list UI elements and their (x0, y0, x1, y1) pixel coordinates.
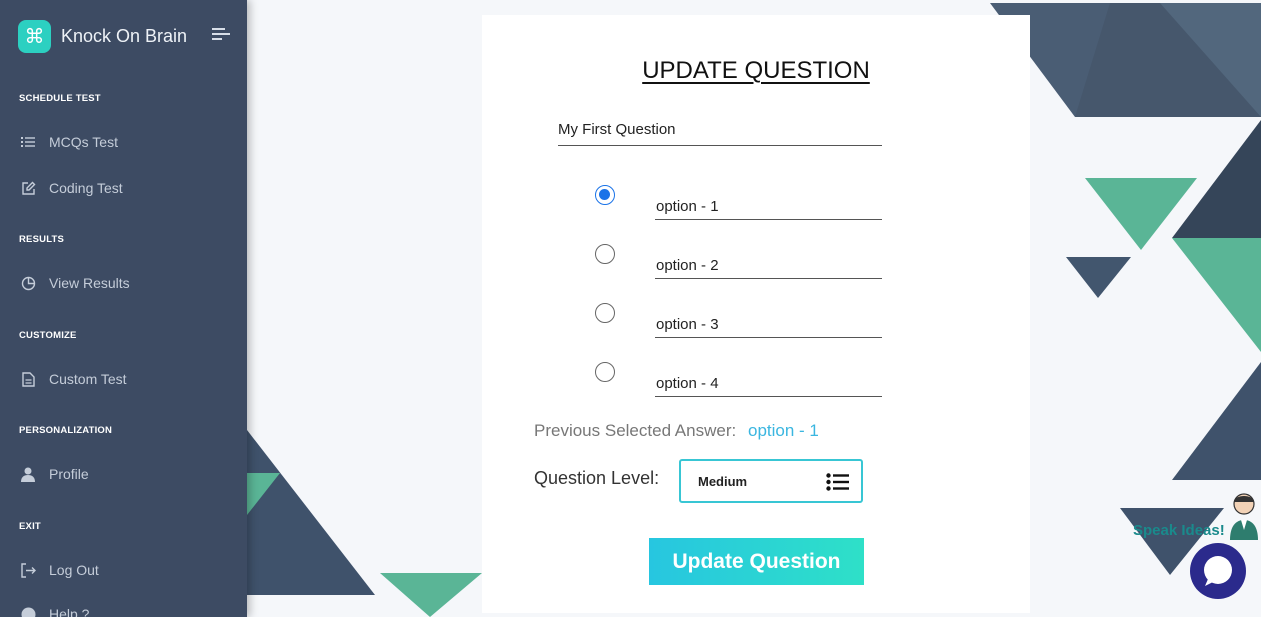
chat-label[interactable]: Speak Ideas! (1133, 522, 1225, 539)
sidebar: ⌘ Knock On Brain SCHEDULE TEST MCQs Test… (0, 0, 247, 617)
section-results: RESULTS (19, 234, 65, 245)
chat-button[interactable] (1190, 543, 1246, 599)
edit-icon (20, 180, 36, 196)
update-question-card: UPDATE QUESTION My First Question option… (482, 15, 1030, 613)
pie-chart-icon (20, 275, 36, 291)
brand-name: Knock On Brain (61, 25, 188, 46)
sidebar-item-label: MCQs Test (49, 134, 118, 150)
sidebar-item-view-results[interactable]: View Results (20, 275, 130, 291)
sidebar-item-coding-test[interactable]: Coding Test (20, 180, 123, 196)
menu-toggle-icon[interactable] (212, 28, 230, 42)
option-3-text: option - 3 (656, 316, 719, 333)
sidebar-item-log-out[interactable]: Log Out (20, 562, 99, 578)
option-3-input[interactable]: option - 3 (655, 311, 882, 338)
section-schedule-test: SCHEDULE TEST (19, 93, 101, 104)
chat-icon (1204, 556, 1232, 586)
sidebar-item-label: Log Out (49, 562, 99, 578)
sidebar-item-custom-test[interactable]: Custom Test (20, 371, 127, 387)
question-level-label: Question Level: (534, 468, 660, 488)
sidebar-item-label: Help ? (49, 606, 90, 617)
list-icon (20, 134, 36, 150)
help-icon (20, 606, 36, 617)
brand[interactable]: ⌘ Knock On Brain (18, 19, 188, 53)
option-4-input[interactable]: option - 4 (655, 370, 882, 397)
sidebar-item-label: View Results (49, 275, 130, 291)
list-icon (826, 473, 849, 491)
option-4-radio[interactable] (595, 362, 615, 382)
previous-answer-label: Previous Selected Answer: (534, 421, 737, 440)
sidebar-item-label: Custom Test (49, 371, 127, 387)
sidebar-item-profile[interactable]: Profile (20, 466, 89, 482)
question-level-select[interactable]: Medium (679, 459, 863, 503)
option-1-radio[interactable] (595, 185, 615, 205)
option-1-text: option - 1 (656, 198, 719, 215)
section-customize: CUSTOMIZE (19, 330, 77, 341)
sidebar-item-label: Coding Test (49, 180, 123, 196)
brand-logo-icon: ⌘ (18, 19, 51, 53)
option-2-input[interactable]: option - 2 (655, 252, 882, 279)
option-1-input[interactable]: option - 1 (655, 193, 882, 220)
option-2-radio[interactable] (595, 244, 615, 264)
option-2-text: option - 2 (656, 257, 719, 274)
section-exit: EXIT (19, 521, 41, 532)
page-title: UPDATE QUESTION (642, 57, 870, 84)
section-personalization: PERSONALIZATION (19, 425, 113, 436)
question-input[interactable]: My First Question (558, 121, 882, 146)
option-3-radio[interactable] (595, 303, 615, 323)
user-icon (20, 466, 36, 482)
logout-icon (20, 562, 36, 578)
document-icon (20, 371, 36, 387)
support-agent-icon (1230, 493, 1258, 540)
update-question-button[interactable]: Update Question (649, 538, 864, 585)
previous-answer-value: option - 1 (748, 421, 819, 440)
sidebar-item-mcqs-test[interactable]: MCQs Test (20, 134, 118, 150)
sidebar-item-help[interactable]: Help ? (20, 606, 89, 617)
question-level-value: Medium (698, 474, 748, 489)
sidebar-item-label: Profile (49, 466, 89, 482)
option-4-text: option - 4 (656, 375, 719, 392)
